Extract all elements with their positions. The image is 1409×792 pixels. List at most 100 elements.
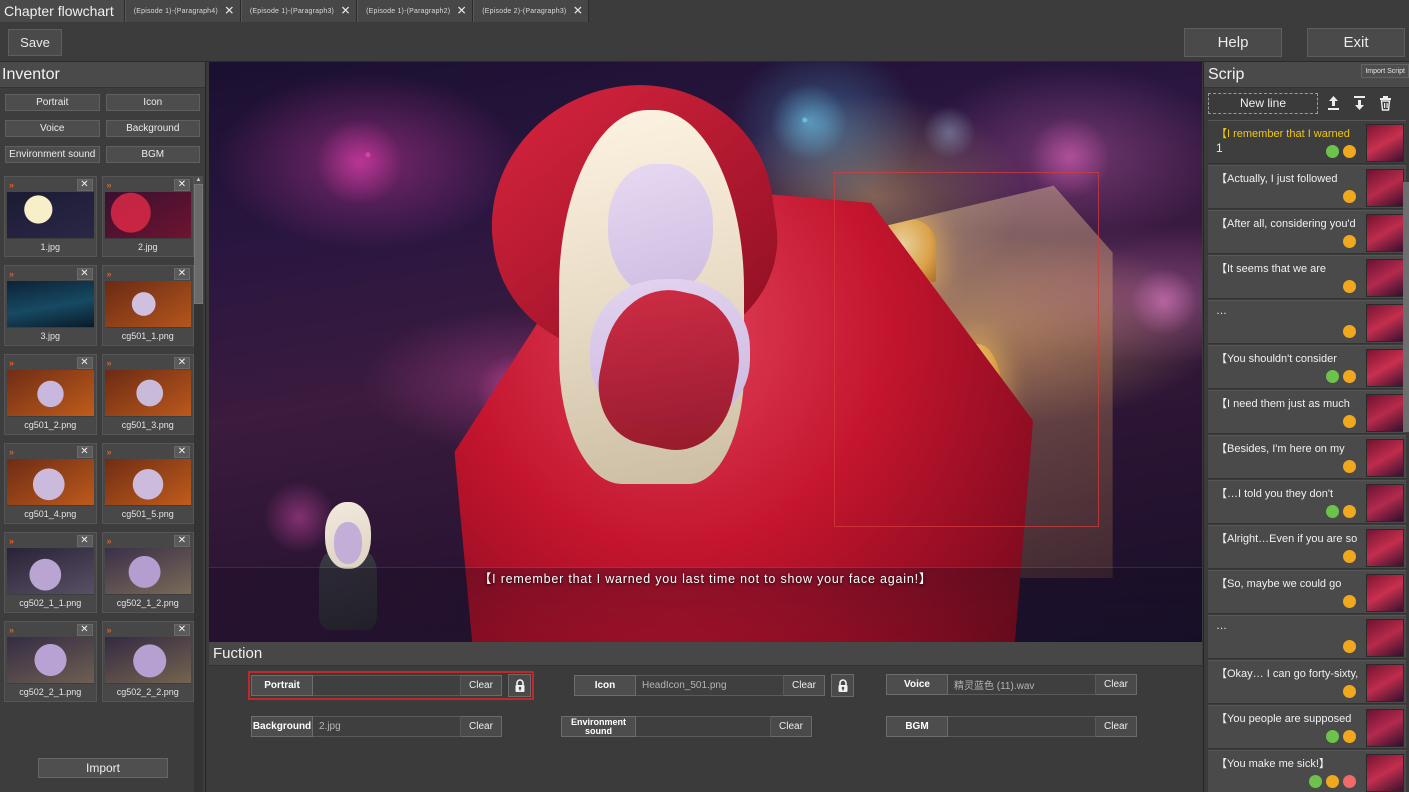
- status-dot-yellow[interactable]: [1343, 280, 1356, 293]
- inventory-item[interactable]: » ✕ cg502_2_2.png: [101, 621, 194, 702]
- clear-button[interactable]: Clear: [784, 675, 825, 696]
- scroll-up-arrow-icon[interactable]: ▲: [194, 176, 203, 184]
- inventory-item[interactable]: » ✕ cg502_2_1.png: [4, 621, 97, 702]
- new-line-button[interactable]: New line: [1208, 92, 1318, 114]
- import-script-button[interactable]: Import Script: [1361, 64, 1409, 78]
- script-line-thumbnail[interactable]: [1366, 349, 1404, 387]
- function-field-background[interactable]: Background 2.jpg Clear: [251, 716, 502, 737]
- field-value[interactable]: [948, 716, 1096, 737]
- inventory-item-close-icon[interactable]: ✕: [76, 268, 93, 280]
- script-line-thumbnail[interactable]: [1366, 484, 1404, 522]
- inventory-item-close-icon[interactable]: ✕: [174, 535, 190, 547]
- inventory-scrollbar-thumb[interactable]: [194, 184, 203, 304]
- inventory-item-close-icon[interactable]: ✕: [76, 357, 93, 369]
- status-dot-yellow[interactable]: [1343, 460, 1356, 473]
- tab-2[interactable]: (Episode 1)-(Paragraph2) ✕: [357, 0, 474, 22]
- status-dot-yellow[interactable]: [1343, 595, 1356, 608]
- inventory-item[interactable]: » ✕ 2.jpg: [101, 176, 194, 257]
- inventory-item-close-icon[interactable]: ✕: [76, 624, 93, 636]
- status-dot-green[interactable]: [1326, 370, 1339, 383]
- inventory-item-thumbnail[interactable]: [7, 192, 94, 238]
- reorder-arrows-icon[interactable]: »: [107, 625, 112, 635]
- script-line-thumbnail[interactable]: [1366, 754, 1404, 792]
- reorder-arrows-icon[interactable]: »: [9, 625, 14, 635]
- inventory-item-thumbnail[interactable]: [7, 637, 94, 683]
- script-line-row[interactable]: 【So, maybe we could go: [1208, 570, 1406, 614]
- status-dot-yellow[interactable]: [1343, 640, 1356, 653]
- tab-close-icon[interactable]: ✕: [572, 5, 583, 17]
- reorder-arrows-icon[interactable]: »: [107, 180, 112, 190]
- category-button-icon[interactable]: Icon: [105, 94, 200, 111]
- inventory-item-close-icon[interactable]: ✕: [76, 179, 93, 191]
- script-line-thumbnail[interactable]: [1366, 124, 1404, 162]
- import-button[interactable]: Import: [38, 758, 168, 778]
- help-button[interactable]: Help: [1184, 28, 1282, 57]
- script-line-list[interactable]: 【I remember that I warned 1 【Actually, I j…: [1208, 120, 1406, 792]
- inventory-item-close-icon[interactable]: ✕: [174, 624, 190, 636]
- tab-close-icon[interactable]: ✕: [456, 5, 467, 17]
- status-dot-yellow[interactable]: [1343, 685, 1356, 698]
- inventory-item-thumbnail[interactable]: [104, 281, 191, 327]
- clear-button[interactable]: Clear: [1096, 716, 1137, 737]
- inventory-item-thumbnail[interactable]: [7, 459, 94, 505]
- reorder-arrows-icon[interactable]: »: [9, 269, 14, 279]
- script-line-thumbnail[interactable]: [1366, 304, 1404, 342]
- lock-icon[interactable]: [831, 674, 854, 697]
- inventory-item-thumbnail[interactable]: [7, 548, 94, 594]
- script-line-thumbnail[interactable]: [1366, 394, 1404, 432]
- status-dot-yellow[interactable]: [1343, 415, 1356, 428]
- status-dot-yellow[interactable]: [1343, 190, 1356, 203]
- reorder-arrows-icon[interactable]: »: [9, 447, 14, 457]
- reorder-arrows-icon[interactable]: »: [107, 269, 112, 279]
- script-line-row[interactable]: 【Alright…Even if you are so: [1208, 525, 1406, 569]
- field-value[interactable]: 精灵蓝色 (11).wav: [948, 674, 1096, 695]
- move-to-top-icon[interactable]: [1322, 92, 1344, 114]
- script-line-row[interactable]: 【It seems that we are: [1208, 255, 1406, 299]
- inventory-item-thumbnail[interactable]: [104, 548, 191, 594]
- script-line-row[interactable]: 【Okay… I can go forty-sixty,: [1208, 660, 1406, 704]
- function-field-icon[interactable]: Icon HeadIcon_501.png Clear: [574, 674, 854, 697]
- reorder-arrows-icon[interactable]: »: [107, 447, 112, 457]
- inventory-item-close-icon[interactable]: ✕: [174, 446, 190, 458]
- status-dot-green[interactable]: [1309, 775, 1322, 788]
- clear-button[interactable]: Clear: [771, 716, 812, 737]
- status-dot-yellow[interactable]: [1343, 370, 1356, 383]
- script-line-thumbnail[interactable]: [1366, 574, 1404, 612]
- tab-0[interactable]: (Episode 1)-(Paragraph4) ✕: [124, 0, 241, 22]
- script-line-row[interactable]: 【I remember that I warned 1: [1208, 120, 1406, 164]
- field-value[interactable]: HeadIcon_501.png: [636, 675, 784, 696]
- status-dot-yellow[interactable]: [1343, 145, 1356, 158]
- lock-icon[interactable]: [508, 674, 531, 697]
- script-line-row[interactable]: 【I need them just as much: [1208, 390, 1406, 434]
- field-value[interactable]: 2.jpg: [313, 716, 461, 737]
- inventory-item[interactable]: » ✕ cg501_2.png: [4, 354, 97, 435]
- inventory-item-thumbnail[interactable]: [104, 370, 191, 416]
- script-line-thumbnail[interactable]: [1366, 529, 1404, 567]
- scene-preview[interactable]: 【I remember that I warned you last time …: [209, 62, 1202, 642]
- script-line-row[interactable]: 【You shouldn't consider: [1208, 345, 1406, 389]
- status-dot-green[interactable]: [1326, 505, 1339, 518]
- script-line-thumbnail[interactable]: [1366, 259, 1404, 297]
- reorder-arrows-icon[interactable]: »: [9, 358, 14, 368]
- exit-button[interactable]: Exit: [1307, 28, 1405, 57]
- category-button-voice[interactable]: Voice: [5, 120, 100, 137]
- tab-1[interactable]: (Episode 1)-(Paragraph3) ✕: [240, 0, 358, 22]
- field-value[interactable]: [636, 716, 771, 737]
- clear-button[interactable]: Clear: [461, 675, 502, 696]
- script-line-thumbnail[interactable]: [1366, 709, 1404, 747]
- inventory-item[interactable]: » ✕ cg502_1_1.png: [4, 532, 97, 613]
- inventory-item[interactable]: » ✕ 3.jpg: [4, 265, 97, 346]
- script-line-row[interactable]: …: [1208, 300, 1406, 344]
- save-button[interactable]: Save: [8, 29, 62, 56]
- inventory-item-close-icon[interactable]: ✕: [76, 535, 93, 547]
- script-line-row[interactable]: 【You people are supposed: [1208, 705, 1406, 749]
- script-line-thumbnail[interactable]: [1366, 619, 1404, 657]
- script-line-row[interactable]: 【Actually, I just followed: [1208, 165, 1406, 209]
- inventory-item[interactable]: » ✕ cg502_1_2.png: [101, 532, 194, 613]
- function-field-voice[interactable]: Voice 精灵蓝色 (11).wav Clear: [886, 674, 1137, 695]
- script-line-thumbnail[interactable]: [1366, 214, 1404, 252]
- status-dot-green[interactable]: [1326, 145, 1339, 158]
- inventory-item-thumbnail[interactable]: [104, 637, 191, 683]
- status-dot-yellow[interactable]: [1343, 235, 1356, 248]
- inventory-scrollbar[interactable]: ▲ ▼: [194, 176, 203, 792]
